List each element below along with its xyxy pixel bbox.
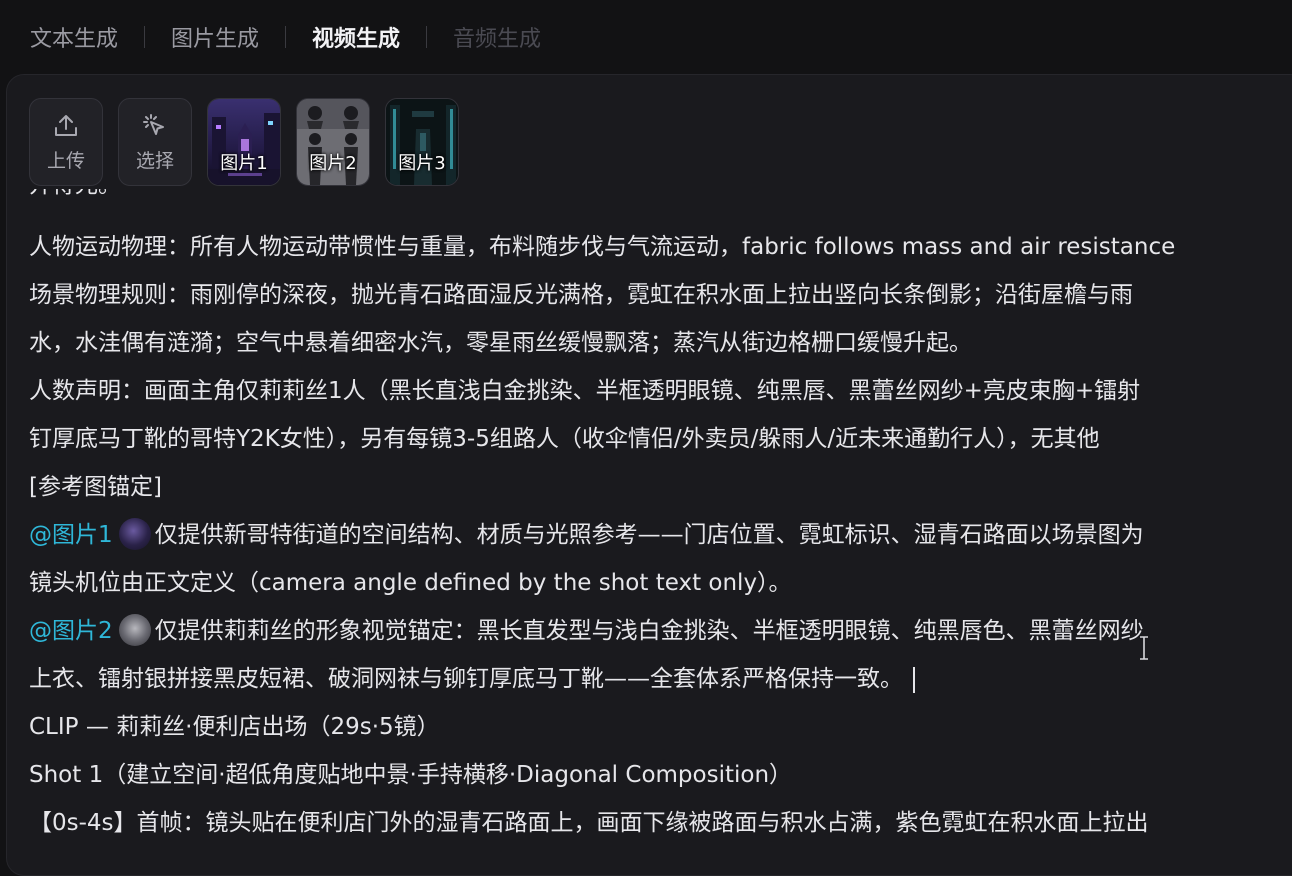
text-line: 水，水洼偶有涟漪；空气中悬着细密水汽，零星雨丝缓慢飘落；蒸汽从街边格栅口缓慢升起…: [29, 330, 972, 356]
image-1-label: 图片1: [220, 153, 268, 174]
section-heading: [参考图锚定]: [29, 474, 162, 500]
reference-image-2[interactable]: 图片2: [296, 98, 370, 186]
text-line-with-mention: @图片2 仅提供莉莉丝的形象视觉锚定：黑长直发型与浅白金挑染、半框透明眼镜、纯黑唇…: [29, 613, 1144, 648]
tab-video-generation[interactable]: 视频生成: [312, 21, 400, 53]
mode-tabs: 文本生成 图片生成 视频生成 音频生成: [0, 0, 1292, 74]
upload-icon: [55, 114, 77, 136]
image-1-mention[interactable]: @图片1: [29, 522, 113, 548]
select-button[interactable]: 选择: [118, 98, 192, 186]
tab-divider: [144, 26, 146, 48]
text-line-with-mention: @图片1 仅提供新哥特街道的空间结构、材质与光照参考——门店位置、霓虹标识、湿青石…: [29, 517, 1144, 552]
upload-label: 上传: [46, 149, 85, 172]
select-cursor-icon: [143, 113, 164, 135]
text-line: 人物运动物理：所有人物运动带惯性与重量，布料随步伐与气流运动，fabric fo…: [29, 234, 1176, 260]
text-line: 镜头机位由正文定义（camera angle defined by the sh…: [29, 570, 792, 596]
text-line: 场景物理规则：雨刚停的深夜，抛光青石路面湿反光满格，霓虹在积水面上拉出竖向长条倒…: [29, 282, 1133, 308]
text-line: 【0s-4s】首帧：镜头贴在便利店门外的湿青石路面上，画面下缘被路面与积水占满，…: [29, 810, 1149, 836]
shot-heading: Shot 1（建立空间·超低角度贴地中景·手持横移·Diagonal Compo…: [29, 762, 793, 788]
text-line: 钉厚底马丁靴的哥特Y2K女性），另有每镜3-5组路人（收伞情侣/外卖员/躲雨人/…: [29, 426, 1100, 452]
clip-heading: CLIP — 莉莉丝·便利店出场（29s·5镜）: [29, 714, 440, 740]
tab-audio-generation[interactable]: 音频生成: [453, 21, 541, 53]
mention-text: 仅提供新哥特街道的空间结构、材质与光照参考——门店位置、霓虹标识、湿青石路面以场…: [154, 522, 1144, 548]
select-label: 选择: [135, 149, 174, 172]
tab-text-generation[interactable]: 文本生成: [30, 21, 118, 53]
image-3-label: 图片3: [398, 153, 446, 174]
image-2-avatar: [118, 613, 151, 646]
prompt-panel: 上传 选择 图片1 图片2 图片3 人物运动物理：所有人物运动带惯性与重量，布料…: [6, 74, 1292, 876]
upload-button[interactable]: 上传: [29, 98, 103, 186]
text-line: 人数声明：画面主角仅莉莉丝1人（黑长直浅白金挑染、半框透明眼镜、纯黑唇、黑蕾丝网…: [29, 378, 1141, 404]
image-2-label: 图片2: [309, 153, 357, 174]
reference-toolbar: 上传 选择 图片1 图片2 图片3: [29, 98, 459, 186]
reference-image-3[interactable]: 图片3: [385, 98, 459, 186]
tab-divider: [426, 26, 428, 48]
ibeam-cursor-icon: [1140, 636, 1148, 660]
reference-image-1[interactable]: 图片1: [207, 98, 281, 186]
mention-text: 仅提供莉莉丝的形象视觉锚定：黑长直发型与浅白金挑染、半框透明眼镜、纯黑唇色、黑蕾…: [154, 618, 1144, 644]
tab-divider: [285, 26, 287, 48]
text-span: 上衣、镭射银拼接黑皮短裙、破洞网袜与铆钉厚底马丁靴——全套体系严格保持一致。: [29, 666, 903, 692]
prompt-editor[interactable]: 并得光。 人物运动物理：所有人物运动带惯性与重量，布料随步伐与气流运动，fabr…: [29, 185, 1292, 875]
image-2-mention[interactable]: @图片2: [29, 618, 113, 644]
text-caret: [913, 666, 915, 693]
text-line-clipped: 并得光。: [29, 189, 121, 201]
image-1-avatar: [118, 517, 151, 550]
tab-image-generation[interactable]: 图片生成: [171, 21, 259, 53]
text-line-with-caret: 上衣、镭射银拼接黑皮短裙、破洞网袜与铆钉厚底马丁靴——全套体系严格保持一致。: [29, 663, 915, 695]
